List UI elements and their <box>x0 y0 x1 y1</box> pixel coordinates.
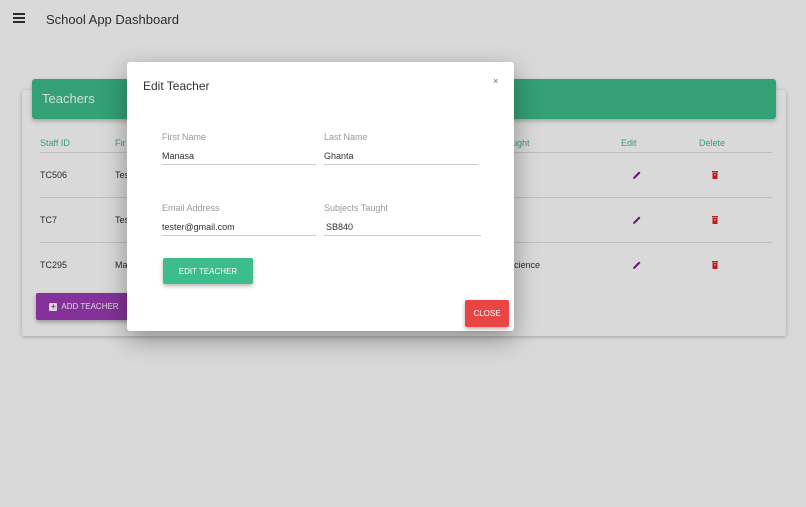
email-label: Email Address <box>162 203 220 213</box>
subjects-input[interactable] <box>324 219 481 236</box>
close-x-icon[interactable]: × <box>493 76 498 86</box>
subjects-label: Subjects Taught <box>324 203 388 213</box>
last-name-input[interactable] <box>324 148 478 165</box>
modal-title: Edit Teacher <box>143 79 210 93</box>
first-name-label: First Name <box>162 132 207 142</box>
edit-teacher-submit-button[interactable]: EDIT TEACHER <box>163 258 253 284</box>
close-button[interactable]: CLOSE <box>465 300 509 327</box>
email-input[interactable] <box>162 219 316 236</box>
last-name-label: Last Name <box>324 132 368 142</box>
edit-teacher-modal: Edit Teacher × First Name Last Name Emai… <box>127 62 514 331</box>
first-name-input[interactable] <box>162 148 316 165</box>
